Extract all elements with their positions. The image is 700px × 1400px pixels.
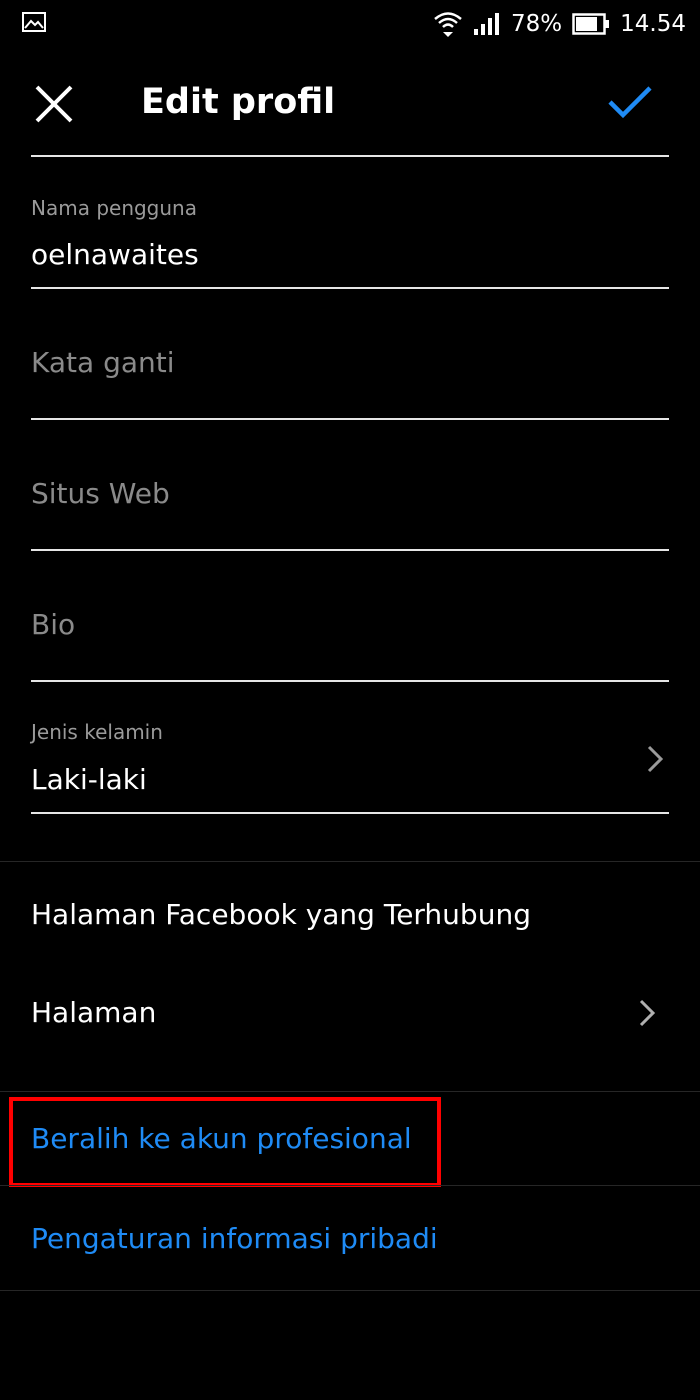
pronoun-underline <box>31 418 669 420</box>
gallery-icon <box>22 12 46 32</box>
close-icon <box>35 85 73 123</box>
signal-icon <box>474 13 500 35</box>
bio-underline <box>31 680 669 682</box>
website-underline <box>31 549 669 551</box>
battery-percent: 78% <box>511 11 563 37</box>
bio-field[interactable] <box>31 583 669 681</box>
gender-value: Laki-laki <box>31 763 147 796</box>
section-divider <box>0 861 700 862</box>
wifi-icon <box>434 12 462 37</box>
facebook-page-label: Halaman <box>31 996 157 1029</box>
username-label: Nama pengguna <box>31 196 197 220</box>
personal-info-link[interactable]: Pengaturan informasi pribadi <box>31 1222 438 1255</box>
clock: 14.54 <box>620 11 686 37</box>
page-title: Edit profil <box>141 82 336 122</box>
status-indicators: 78% 14.54 <box>433 8 686 40</box>
pronoun-placeholder: Kata ganti <box>31 346 175 379</box>
bio-placeholder: Bio <box>31 608 76 641</box>
top-bar: Edit profil <box>0 48 700 156</box>
gender-label: Jenis kelamin <box>31 720 163 744</box>
save-button[interactable] <box>600 76 660 128</box>
checkmark-icon <box>608 86 652 119</box>
facebook-section-title: Halaman Facebook yang Terhubung <box>31 898 531 931</box>
chevron-right-icon <box>647 745 664 773</box>
close-button[interactable] <box>28 78 80 130</box>
website-placeholder: Situs Web <box>31 477 170 510</box>
highlight-annotation <box>9 1097 441 1187</box>
battery-icon <box>572 13 610 35</box>
chevron-right-icon <box>639 999 656 1027</box>
gender-underline <box>31 812 669 814</box>
username-underline <box>31 287 669 289</box>
status-bar: 78% 14.54 <box>0 0 700 48</box>
section-divider <box>0 1290 700 1291</box>
divider <box>31 155 669 157</box>
username-value: oelnawaites <box>31 238 199 271</box>
